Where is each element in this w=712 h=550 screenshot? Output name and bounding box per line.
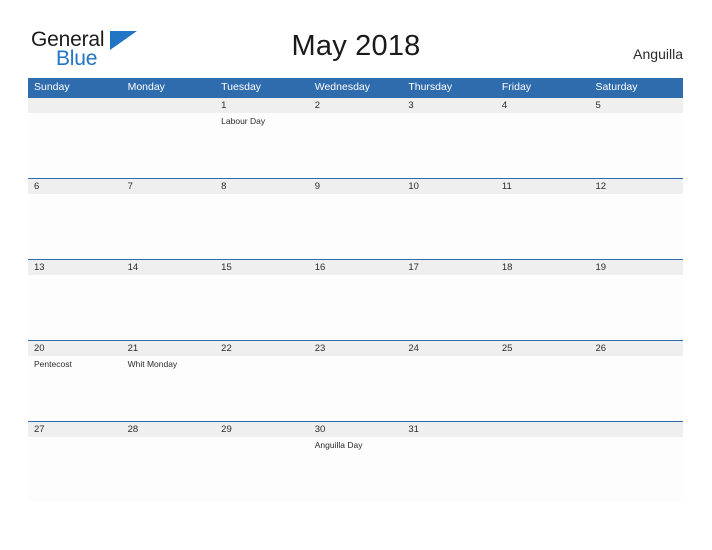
day-cell[interactable]: 9 [308,179,403,259]
calendar-week-row: 6 7 8 9 10 11 12 [28,178,684,259]
day-number: 13 [28,260,122,275]
day-number [121,98,216,113]
day-number: 29 [215,422,309,437]
day-cell[interactable]: 5 [589,98,684,178]
day-cell[interactable]: 13 [28,260,122,340]
day-cell[interactable] [28,98,122,178]
day-number: 3 [402,98,496,113]
day-number: 7 [121,179,216,194]
day-cell[interactable]: 6 [28,179,122,259]
weekday-header-sunday: Sunday [34,81,70,93]
day-cell[interactable]: 30 Anguilla Day [308,422,403,502]
day-number: 16 [308,260,403,275]
day-cell[interactable]: 28 [121,422,216,502]
day-cell[interactable]: 3 [402,98,496,178]
weekday-header-wednesday: Wednesday [314,81,370,93]
day-event: Anguilla Day [314,440,363,450]
day-cell[interactable]: 29 [215,422,309,502]
day-cell[interactable]: 1 Labour Day [215,98,309,178]
day-cell[interactable]: 26 [589,341,684,421]
day-cell[interactable]: 22 [215,341,309,421]
day-cell[interactable] [589,422,684,502]
day-cell[interactable]: 27 [28,422,122,502]
page-title: May 2018 [291,30,421,62]
day-cell[interactable]: 19 [589,260,684,340]
day-number: 18 [495,260,590,275]
day-number: 24 [402,341,496,356]
calendar-page: General Blue May 2018 Anguilla Sunday Mo… [0,0,712,550]
day-number: 27 [28,422,122,437]
day-number: 10 [402,179,496,194]
page-header: General Blue May 2018 Anguilla [0,0,712,76]
day-number [28,98,122,113]
weekday-header-monday: Monday [127,81,165,93]
day-number: 30 [308,422,403,437]
day-cell[interactable] [495,422,590,502]
day-cell[interactable] [121,98,216,178]
day-number: 6 [28,179,122,194]
calendar-grid: Sunday Monday Tuesday Wednesday Thursday… [28,78,684,502]
day-cell[interactable]: 17 [402,260,496,340]
day-cell[interactable]: 25 [495,341,590,421]
day-cell[interactable]: 2 [308,98,403,178]
day-cell[interactable]: 23 [308,341,403,421]
day-number: 23 [308,341,403,356]
day-cell[interactable]: 7 [121,179,216,259]
day-cell[interactable]: 12 [589,179,684,259]
weekday-header-saturday: Saturday [595,81,638,93]
day-event: Labour Day [221,116,266,126]
calendar-week-row: 20 Pentecost 21 Whit Monday 22 23 24 25 … [28,340,684,421]
calendar-week-row: 13 14 15 16 17 18 19 [28,259,684,340]
day-cell[interactable]: 31 [402,422,496,502]
weekday-header-thursday: Thursday [408,81,453,93]
day-number: 2 [308,98,403,113]
day-number: 4 [495,98,590,113]
weekday-header-tuesday: Tuesday [221,81,262,93]
day-number: 19 [589,260,684,275]
day-number: 5 [589,98,684,113]
day-number: 11 [495,179,590,194]
day-number: 15 [215,260,309,275]
day-number: 9 [308,179,403,194]
day-number: 22 [215,341,309,356]
day-number: 17 [402,260,496,275]
day-cell[interactable]: 11 [495,179,590,259]
day-number: 8 [215,179,309,194]
day-cell[interactable]: 8 [215,179,309,259]
day-number: 20 [28,341,122,356]
day-cell[interactable]: 14 [121,260,216,340]
day-event: Pentecost [34,359,72,369]
day-number: 25 [495,341,590,356]
day-cell[interactable]: 16 [308,260,403,340]
day-number [495,422,590,437]
day-event: Whit Monday [127,359,178,369]
day-number: 1 [215,98,309,113]
day-cell[interactable]: 10 [402,179,496,259]
day-cell[interactable]: 20 Pentecost [28,341,122,421]
day-number: 14 [121,260,216,275]
day-number: 26 [589,341,684,356]
weekday-header-friday: Friday [501,81,532,93]
day-number: 31 [402,422,496,437]
day-cell[interactable]: 4 [495,98,590,178]
day-number: 28 [121,422,216,437]
day-number [589,422,684,437]
day-cell[interactable]: 15 [215,260,309,340]
calendar-week-row: 1 Labour Day 2 3 4 5 [28,97,684,178]
day-cell[interactable]: 24 [402,341,496,421]
day-cell[interactable]: 21 Whit Monday [121,341,216,421]
day-number: 21 [121,341,216,356]
location-label: Anguilla [633,46,683,62]
weekday-header-row: Sunday Monday Tuesday Wednesday Thursday… [28,78,683,97]
day-number: 12 [589,179,684,194]
calendar-week-row: 27 28 29 30 Anguilla Day 31 [28,421,684,502]
day-cell[interactable]: 18 [495,260,590,340]
